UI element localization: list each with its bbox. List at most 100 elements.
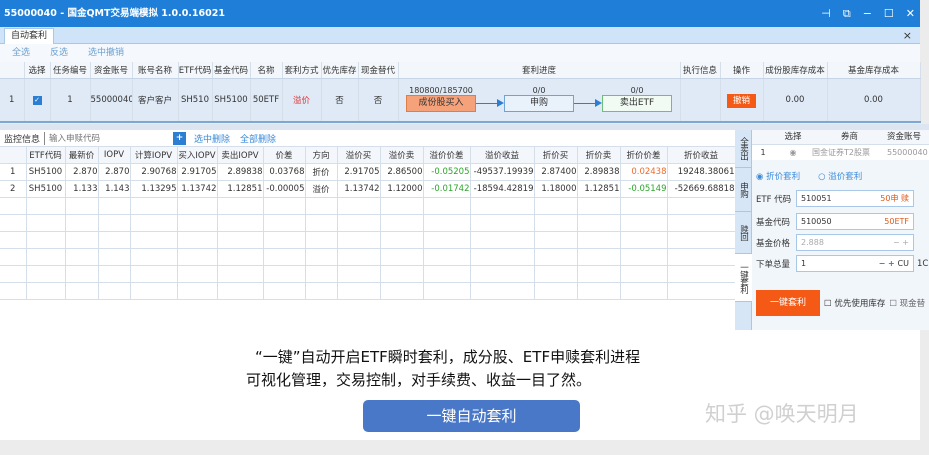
empty-cell	[534, 248, 578, 266]
empty-cell	[667, 214, 736, 232]
empty-cell	[26, 265, 66, 283]
empty-cell	[337, 248, 381, 266]
quantity-stepper[interactable]: 1− + CU	[796, 255, 914, 272]
monitor-table: ETF代码 最新价 IOPV 计算IOPV 买入IOPV 卖出IOPV 价差 方向 溢价买 溢价卖…	[0, 147, 736, 300]
column-header: 资金账号	[90, 62, 133, 79]
empty-cell	[577, 231, 621, 249]
etf-code-input[interactable]: 510051 50申 赎	[796, 190, 914, 207]
empty-cell	[380, 265, 424, 283]
cell: SH5100	[26, 180, 66, 198]
auto-arbitrage-button[interactable]: 一键自动套利	[363, 400, 580, 432]
empty-cell	[620, 248, 668, 266]
cell: 1	[0, 163, 27, 181]
column-header: 折价买	[534, 147, 578, 164]
table-row[interactable]: 2 SH5100 1.133 1.143 1.13295 1.13742 1.12851 -0…	[0, 180, 736, 198]
empty-cell	[337, 282, 381, 300]
empty-cell	[620, 197, 668, 215]
empty-cell	[98, 282, 131, 300]
restore-icon[interactable]: ⧉	[843, 7, 851, 21]
radio-premium[interactable]: ○ 溢价套利	[818, 170, 862, 182]
cancel-selected-button[interactable]: 选中撤销	[88, 44, 124, 62]
empty-cell	[217, 282, 264, 300]
side-tab-one-click[interactable]: 一键套利	[735, 254, 752, 302]
empty-cell	[470, 265, 535, 283]
column-header: 操作	[720, 62, 764, 79]
empty-cell	[667, 282, 736, 300]
column-header: 溢价收益	[470, 147, 535, 164]
pin-icon[interactable]: ⊣	[821, 7, 831, 20]
radio-discount[interactable]: ◉ 折价套利	[756, 170, 800, 182]
code-search-input[interactable]	[49, 133, 170, 143]
table-row[interactable]: 1 ✓ 1 55000040 客户客户 SH510 SH5100 50ETF 溢…	[0, 78, 921, 123]
cell: -0.00005	[263, 180, 306, 198]
empty-cell	[423, 248, 471, 266]
column-header: 基金库存成本	[827, 62, 921, 79]
select-checkbox[interactable]: ✓	[24, 78, 51, 123]
cash-checkbox[interactable]: ☐ 现金替	[889, 297, 925, 309]
empty-cell	[217, 248, 264, 266]
empty-cell	[263, 265, 306, 283]
empty-cell	[65, 231, 99, 249]
side-tab-sell-all[interactable]: 全卖出	[735, 130, 752, 168]
etf-label: ETF 代码	[756, 194, 792, 205]
cell: 2.91705	[177, 163, 218, 181]
column-header: 名称	[250, 62, 283, 79]
empty-cell	[177, 231, 218, 249]
cell: -0.05149	[620, 180, 668, 198]
empty-cell	[130, 248, 178, 266]
empty-cell	[620, 282, 668, 300]
cell: 2.870	[98, 163, 131, 181]
cancel-task-button[interactable]: 撤销	[726, 93, 756, 108]
invert-selection-button[interactable]: 反选	[50, 44, 68, 62]
delete-all-button[interactable]: 全部删除	[240, 132, 276, 145]
use-stock-checkbox[interactable]: ☐ 优先使用库存	[824, 297, 885, 309]
close-icon[interactable]: ✕	[906, 7, 915, 20]
empty-cell	[577, 282, 621, 300]
stock-cost: 0.00	[763, 78, 828, 123]
tab-auto-arbitrage[interactable]: 自动套利	[4, 28, 55, 44]
fund-cost: 0.00	[827, 78, 921, 123]
one-click-arbitrage-button[interactable]: 一键套利	[756, 290, 820, 316]
empty-cell	[305, 265, 338, 283]
step-subscribe: 0/0 申购	[504, 86, 574, 112]
empty-row	[0, 231, 736, 249]
mode-radios: ◉ 折价套利 ○ 溢价套利	[756, 170, 862, 182]
column-header: 溢价卖	[380, 147, 424, 164]
cell: 1.143	[98, 180, 131, 198]
empty-cell	[0, 197, 27, 215]
cell: 19248.38061	[667, 163, 736, 181]
empty-cell	[380, 231, 424, 249]
column-header: 溢价买	[337, 147, 381, 164]
fund-code-input[interactable]: 510050 50ETF	[796, 213, 914, 230]
arrow-icon	[574, 95, 602, 112]
cell: 1.13742	[337, 180, 381, 198]
empty-cell	[305, 214, 338, 232]
empty-cell	[577, 248, 621, 266]
side-tab-subscribe[interactable]: 申购	[735, 168, 752, 212]
empty-cell	[0, 214, 27, 232]
table-row[interactable]: 1 SH5100 2.870 2.870 2.90768 2.91705 2.89838 0.…	[0, 163, 736, 181]
window-title: 55000040 - 国金QMT交易端模拟 1.0.0.16021	[4, 8, 225, 19]
minimize-icon[interactable]: −	[863, 7, 872, 20]
side-tab-redeem[interactable]: 赎回	[735, 212, 752, 254]
empty-row	[0, 197, 736, 215]
fund-price-input[interactable]: 2.888− +	[796, 234, 914, 251]
empty-cell	[130, 282, 178, 300]
radio-icon[interactable]: ◉	[774, 145, 812, 160]
tab-close-icon[interactable]: ×	[903, 27, 912, 44]
fund-label: 基金代码	[756, 217, 791, 228]
empty-cell	[217, 214, 264, 232]
checkbox-checked-icon[interactable]: ✓	[32, 95, 42, 105]
select-all-button[interactable]: 全选	[12, 44, 30, 62]
empty-cell	[380, 197, 424, 215]
empty-cell	[534, 214, 578, 232]
delete-selected-button[interactable]: 选中删除	[194, 132, 230, 145]
empty-cell	[26, 248, 66, 266]
empty-cell	[130, 265, 178, 283]
add-button[interactable]: +	[173, 131, 187, 145]
side-tabs: 全卖出 申购 赎回 一键套利	[735, 130, 752, 330]
broker-row[interactable]: 1 ◉ 国金证券T2股票 55000040	[752, 145, 929, 160]
empty-cell	[534, 197, 578, 215]
maximize-icon[interactable]: ☐	[884, 7, 894, 20]
cell: 1.18000	[534, 180, 578, 198]
